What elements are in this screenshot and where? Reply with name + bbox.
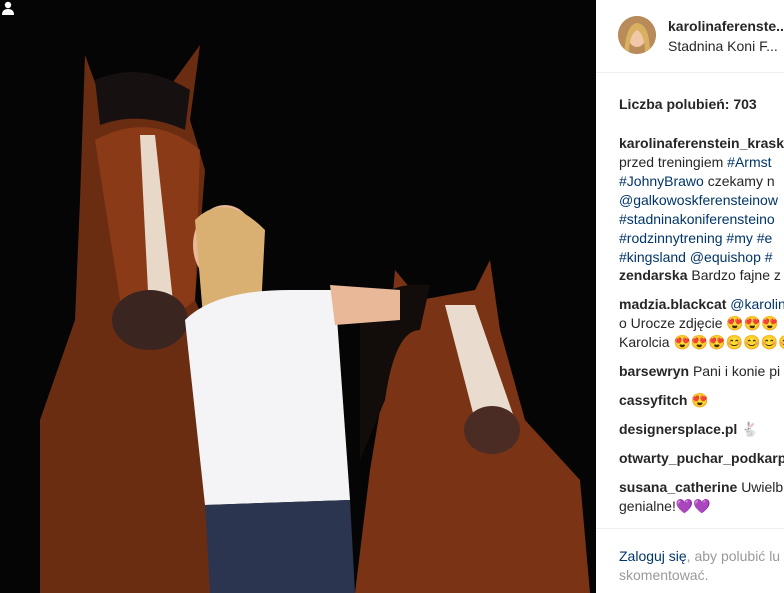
comment-text: 🐇 bbox=[741, 421, 759, 437]
caption-line: #kingsland @equishop # bbox=[619, 248, 784, 267]
login-prompt-text: , aby polubić lu bbox=[686, 548, 781, 564]
caption-line: @galkowoskferensteinow bbox=[619, 191, 784, 210]
mention-link[interactable]: @galkowoskferensteinow bbox=[619, 192, 778, 208]
mention-link[interactable]: @equishop bbox=[690, 249, 761, 265]
comments-list: zendarska Bardzo fajne z madzia.blackcat… bbox=[619, 266, 784, 526]
comment: cassyfitch 😍 bbox=[619, 391, 784, 410]
comment-author[interactable]: barsewryn bbox=[619, 363, 689, 379]
comment: zendarska Bardzo fajne z bbox=[619, 266, 784, 285]
comment-text: genialne!💜💜 bbox=[619, 498, 711, 514]
comment-author[interactable]: cassyfitch bbox=[619, 392, 687, 408]
hashtag-link[interactable]: #e bbox=[757, 230, 773, 246]
post-caption: karolinaferenstein_krask przed treningie… bbox=[619, 134, 784, 267]
hashtag-link[interactable]: #Armst bbox=[727, 154, 771, 170]
comment-author[interactable]: designersplace.pl bbox=[619, 421, 737, 437]
comment: otwarty_puchar_podkarp bbox=[619, 449, 784, 468]
comment: madzia.blackcat @karolin o Urocze zdjęci… bbox=[619, 295, 784, 352]
hashtag-link[interactable]: #stadninakoniferensteino bbox=[619, 211, 775, 227]
comment-text: Uwielb bbox=[741, 479, 784, 495]
comment-author[interactable]: susana_catherine bbox=[619, 479, 737, 495]
hashtag-link[interactable]: # bbox=[765, 249, 773, 265]
comment: designersplace.pl 🐇 bbox=[619, 420, 784, 439]
post-sidebar: karolinaferenste... Stadnina Koni F... L… bbox=[596, 0, 784, 593]
profile-photo-icon bbox=[618, 16, 656, 54]
caption-author[interactable]: karolinaferenstein_krask bbox=[619, 135, 784, 151]
hashtag-link[interactable]: #rodzinnytrening bbox=[619, 230, 723, 246]
person-icon[interactable] bbox=[0, 0, 16, 16]
comment-text: Pani i konie pi bbox=[692, 363, 781, 379]
hashtag-link[interactable]: #kingsland bbox=[619, 249, 686, 265]
comment-text: Karolcia 😍😍😍😊😊😊😊 bbox=[619, 334, 784, 350]
post-username[interactable]: karolinaferenste... bbox=[668, 18, 784, 34]
caption-line: #stadninakoniferensteino bbox=[619, 210, 784, 229]
post-header: karolinaferenste... Stadnina Koni F... bbox=[596, 0, 784, 73]
caption-line: przed treningiem #Armst bbox=[619, 154, 772, 170]
hashtag-link[interactable]: #JohnyBrawo bbox=[619, 173, 704, 189]
comment: barsewryn Pani i konie pi bbox=[619, 362, 784, 381]
avatar[interactable] bbox=[618, 16, 656, 54]
caption-line: #JohnyBrawo czekamy n bbox=[619, 173, 775, 189]
login-prompt-text: skomentować. bbox=[619, 567, 709, 583]
login-prompt: Zaloguj się, aby polubić lu skomentować. bbox=[619, 547, 780, 585]
comment: susana_catherine Uwielb genialne!💜💜 bbox=[619, 478, 784, 516]
comment-author[interactable]: madzia.blackcat bbox=[619, 296, 726, 312]
comment-text: 😍 bbox=[691, 392, 709, 408]
login-link[interactable]: Zaloguj się bbox=[619, 548, 687, 564]
post-photo[interactable] bbox=[0, 0, 596, 593]
comment-author[interactable]: zendarska bbox=[619, 267, 687, 283]
caption-line: #rodzinnytrening #my #e bbox=[619, 229, 784, 248]
comment-text: o Urocze zdjęcie 😍😍😍 bbox=[619, 315, 779, 331]
horses-photo-illustration bbox=[0, 0, 596, 593]
likes-count[interactable]: Liczba polubień: 703 bbox=[619, 96, 757, 112]
comment-author[interactable]: otwarty_puchar_podkarp bbox=[619, 450, 784, 466]
comment-mention[interactable]: @karolin bbox=[730, 296, 784, 312]
post-location[interactable]: Stadnina Koni F... bbox=[668, 38, 778, 54]
login-footer: Zaloguj się, aby polubić lu skomentować. bbox=[596, 528, 784, 583]
comment-text: Bardzo fajne z bbox=[691, 267, 781, 283]
hashtag-link[interactable]: #my bbox=[726, 230, 752, 246]
